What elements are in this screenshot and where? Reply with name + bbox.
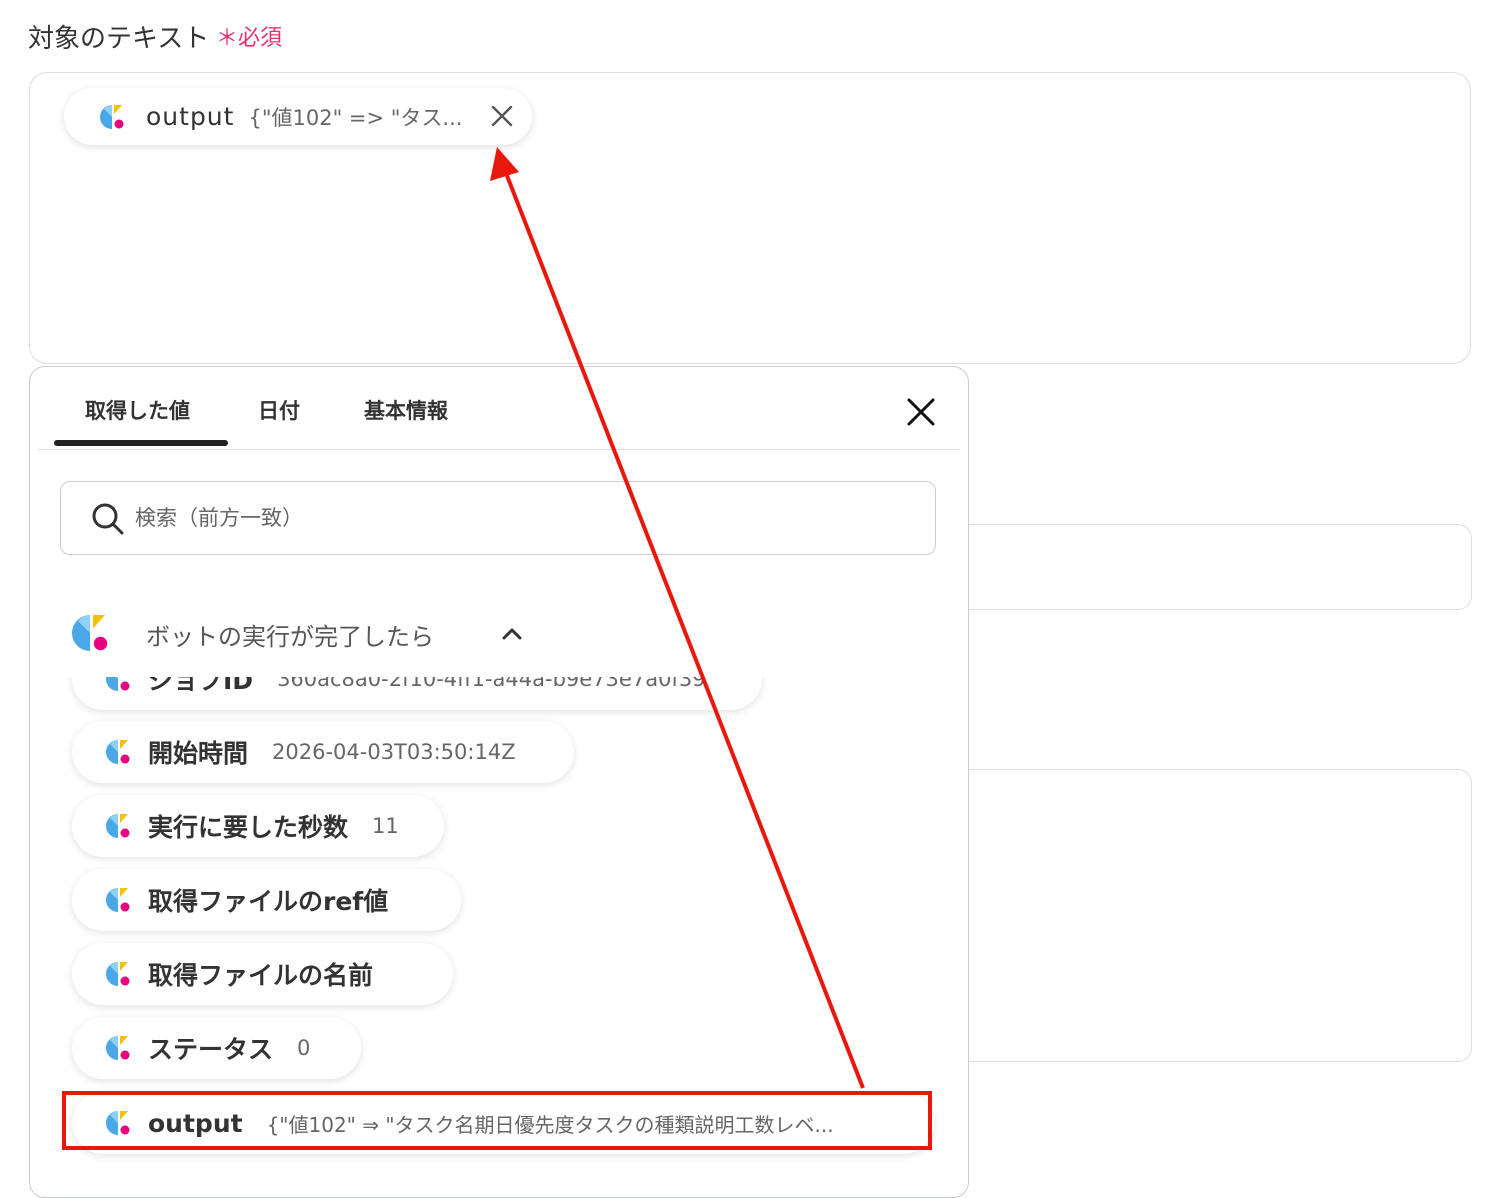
required-badge: ＊必須 <box>216 26 283 51</box>
list-item-title: 取得ファイルの名前 <box>148 961 374 990</box>
list-item[interactable]: 取得ファイルの名前 <box>72 943 453 1005</box>
list-item-output[interactable]: output {"値102" ⇒ "タスク名期日優先度タスクの種類説明工数レベ.… <box>72 1092 934 1154</box>
output-variable-chip[interactable]: output {"値102" => "タス... <box>64 88 532 145</box>
list-item[interactable]: 実行に要した秒数 11 <box>72 795 444 857</box>
chip-value: {"値102" => "タス... <box>248 105 463 130</box>
chip-title: output <box>146 102 235 131</box>
list-item[interactable]: ステータス 0 <box>72 1017 361 1079</box>
list-item-value: 2026-04-03T03:50:14Z <box>272 740 516 764</box>
list-item-title: ステータス <box>148 1035 274 1064</box>
yoom-logo-icon <box>106 813 130 839</box>
background-field[interactable] <box>940 524 1472 610</box>
list-item-title: 取得ファイルのref値 <box>148 887 389 916</box>
active-tab-indicator <box>54 440 228 446</box>
tab-divider <box>38 449 960 450</box>
close-icon[interactable] <box>488 102 516 130</box>
list-item-value: 11 <box>372 814 399 838</box>
yoom-logo-icon <box>106 1110 130 1136</box>
yoom-logo-icon <box>106 1035 130 1061</box>
yoom-logo-icon <box>106 961 130 987</box>
yoom-logo-icon <box>106 739 130 765</box>
search-icon <box>91 502 125 536</box>
yoom-logo-icon <box>106 887 130 913</box>
chevron-up-icon[interactable] <box>500 623 524 643</box>
yoom-logo-icon <box>100 104 124 130</box>
list-item-value: 0 <box>297 1036 311 1060</box>
list-item[interactable]: 開始時間 2026-04-03T03:50:14Z <box>72 721 574 783</box>
tab-date[interactable]: 日付 <box>258 395 300 425</box>
section-header[interactable]: ボットの実行が完了したら <box>60 587 940 677</box>
section-title: ボットの実行が完了したら <box>146 623 434 651</box>
close-icon[interactable] <box>906 397 936 427</box>
tab-basic-info[interactable]: 基本情報 <box>364 395 448 425</box>
yoom-logo-icon <box>72 613 108 653</box>
variable-picker-popup: 取得した値 日付 基本情報 ボットの実行が完了したら ジョブID 360ac8a… <box>29 366 969 1198</box>
list-item-title: output <box>148 1108 243 1138</box>
list-item-value: {"値102" ⇒ "タスク名期日優先度タスクの種類説明工数レベ... <box>266 1112 834 1137</box>
background-textarea[interactable] <box>940 769 1472 1062</box>
search-input[interactable] <box>133 498 917 538</box>
tab-retrieved-values[interactable]: 取得した値 <box>85 395 190 425</box>
field-label: 対象のテキスト <box>28 24 210 54</box>
list-item[interactable]: 取得ファイルのref値 <box>72 869 461 931</box>
list-item-title: 開始時間 <box>148 739 249 768</box>
list-item-title: 実行に要した秒数 <box>148 813 349 842</box>
search-box[interactable] <box>60 481 936 555</box>
